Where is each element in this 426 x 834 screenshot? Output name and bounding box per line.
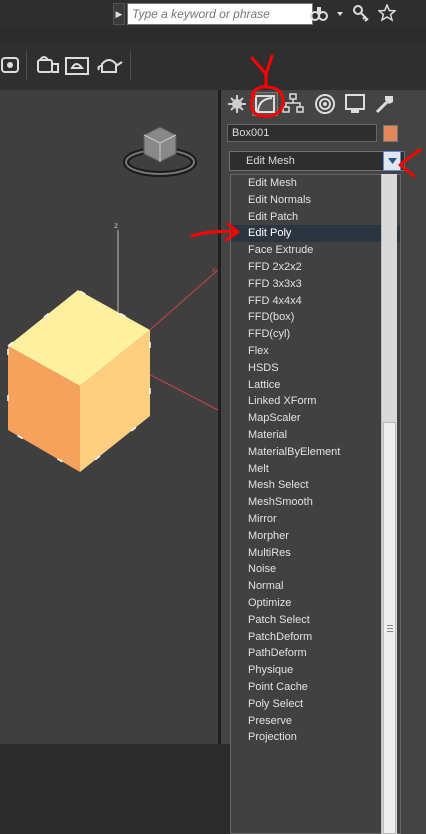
modifier-list-item[interactable]: Preserve xyxy=(231,713,400,730)
modifier-list-item[interactable]: MultiRes xyxy=(231,545,400,562)
box001-object[interactable] xyxy=(7,289,151,473)
render-setup-icon[interactable] xyxy=(0,54,28,78)
modifier-list-item[interactable]: FFD(cyl) xyxy=(231,326,400,343)
modifier-list-item[interactable]: HSDS xyxy=(231,360,400,377)
modifier-list-item[interactable]: FFD 4x4x4 xyxy=(231,293,400,310)
axis-label-z: z xyxy=(114,221,118,230)
toolbar-separator xyxy=(130,50,131,80)
modifier-list-dropdown[interactable]: Edit Mesh xyxy=(229,151,405,171)
modifier-list-item[interactable]: Lattice xyxy=(231,377,400,394)
create-tab-icon[interactable] xyxy=(225,92,251,116)
dropdown-arrow-icon[interactable] xyxy=(336,4,344,22)
info-center-icons xyxy=(310,2,397,24)
top-bar: ▶ xyxy=(0,0,426,28)
star-icon[interactable] xyxy=(377,3,397,22)
modifier-list-item[interactable]: FFD 3x3x3 xyxy=(231,276,400,293)
object-color-swatch[interactable] xyxy=(383,125,398,142)
modifier-list-item[interactable]: Normal xyxy=(231,578,400,595)
modify-tab-icon[interactable] xyxy=(252,92,278,116)
modifier-list-item[interactable]: Poly Select xyxy=(231,696,400,713)
render-production-icon[interactable] xyxy=(64,54,92,78)
modifier-list-item[interactable]: Edit Normals xyxy=(231,192,400,209)
motion-tab-icon[interactable] xyxy=(313,92,339,116)
axis-label-x: x xyxy=(212,265,216,274)
modifier-list-item[interactable]: PatchDeform xyxy=(231,629,400,646)
modifier-list-item[interactable]: Flex xyxy=(231,343,400,360)
utilities-tab-icon[interactable] xyxy=(373,92,399,116)
modifier-list-item[interactable]: Edit Patch xyxy=(231,209,400,226)
modifier-list-item[interactable]: Edit Mesh xyxy=(231,175,400,192)
command-panel-tabs xyxy=(221,90,426,118)
command-panel: Box001 Edit Mesh Edit Mesh Edit Normals Ed… xyxy=(221,90,426,834)
modifier-list-item[interactable]: Edit Poly xyxy=(231,225,400,243)
scrollbar-thumb[interactable] xyxy=(383,422,396,834)
viewcube[interactable] xyxy=(123,126,197,177)
modifier-list[interactable]: Edit Mesh Edit Normals Edit Patch Edit Poly… xyxy=(230,174,401,834)
modifier-list-item[interactable]: Noise xyxy=(231,561,400,578)
modifier-list-dropdown-button[interactable] xyxy=(383,151,401,171)
modifier-list-item[interactable]: FFD 2x2x2 xyxy=(231,259,400,276)
rendered-frame-window-icon[interactable] xyxy=(34,54,62,78)
modifier-list-item[interactable]: Point Cache xyxy=(231,679,400,696)
search-input[interactable] xyxy=(127,3,313,25)
perspective-viewport[interactable]: z x xyxy=(0,90,218,744)
modifier-list-item[interactable]: Optimize xyxy=(231,595,400,612)
modifier-list-item[interactable]: Face Extrude xyxy=(231,242,400,259)
render-teapot-icon[interactable] xyxy=(96,54,124,78)
search-expand-arrow-icon[interactable]: ▶ xyxy=(113,3,125,25)
modifier-list-item[interactable]: Melt xyxy=(231,461,400,478)
key-icon[interactable] xyxy=(352,4,370,22)
modifier-list-item[interactable]: MaterialByElement xyxy=(231,444,400,461)
modifier-list-item[interactable]: MeshSmooth xyxy=(231,494,400,511)
display-tab-icon[interactable] xyxy=(343,92,369,116)
modifier-list-item[interactable]: Mesh Select xyxy=(231,477,400,494)
modifier-list-item[interactable]: Patch Select xyxy=(231,612,400,629)
modifier-list-item[interactable]: PathDeform xyxy=(231,645,400,662)
chevron-down-icon xyxy=(388,158,397,164)
modifier-list-item[interactable]: Mirror xyxy=(231,511,400,528)
scrollbar-grip xyxy=(387,631,393,632)
modifier-list-item[interactable]: FFD(box) xyxy=(231,309,400,326)
modifier-list-item[interactable]: Morpher xyxy=(231,528,400,545)
main-toolbar xyxy=(0,44,426,91)
modifier-list-item[interactable]: Linked XForm xyxy=(231,393,400,410)
hierarchy-tab-icon[interactable] xyxy=(281,92,307,116)
object-name-field[interactable]: Box001 xyxy=(227,124,377,142)
modifier-list-scrollbar[interactable] xyxy=(381,174,397,834)
panel-right-strip xyxy=(401,174,426,834)
viewport-canvas: z x xyxy=(7,126,218,473)
binoculars-icon[interactable] xyxy=(310,4,328,22)
scrollbar-grip xyxy=(387,628,393,629)
modifier-list-item[interactable]: Physique xyxy=(231,662,400,679)
modifier-list-item[interactable]: Material xyxy=(231,427,400,444)
modifier-list-item[interactable]: MapScaler xyxy=(231,410,400,427)
toolbar-separator xyxy=(26,50,27,80)
scrollbar-grip xyxy=(387,625,393,626)
